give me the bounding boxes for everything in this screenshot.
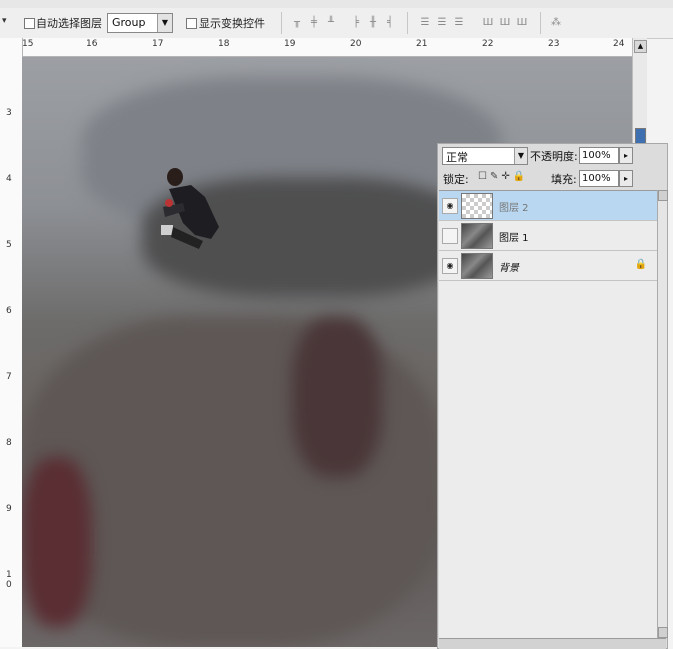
ruler-mark: 9 — [6, 504, 12, 514]
fill-field[interactable]: 100% — [579, 170, 619, 187]
ruler-mark: 23 — [548, 39, 560, 49]
scroll-up-icon[interactable]: ▲ — [634, 40, 647, 53]
layer-name: 图层 2 — [499, 203, 529, 214]
layer-thumbnail — [461, 193, 493, 219]
align-left-icon[interactable]: ╞ — [349, 17, 363, 29]
ruler-mark: 3 — [6, 108, 12, 118]
ruler-mark: 24 — [613, 39, 625, 49]
eye-icon[interactable]: ◉ — [442, 258, 458, 274]
show-transform-checkbox[interactable] — [186, 18, 197, 29]
layer-thumbnail — [461, 223, 493, 249]
toolbar-separator — [281, 12, 282, 34]
jumping-person-image — [161, 168, 219, 249]
ruler-mark: 17 — [152, 39, 164, 49]
layer-name: 图层 1 — [499, 233, 529, 244]
ruler-mark: 22 — [482, 39, 494, 49]
tool-preset-arrow-icon[interactable]: ▾ — [2, 16, 7, 26]
auto-select-type-value: Group — [112, 16, 146, 29]
ruler-mark: 4 — [6, 174, 12, 184]
lock-label: 锁定: — [443, 173, 469, 186]
lock-icon: 🔒 — [634, 259, 647, 270]
ruler-mark: 5 — [6, 240, 12, 250]
fill-label: 填充: — [551, 173, 577, 186]
blend-mode-value: 正常 — [446, 151, 468, 164]
ruler-mark: 18 — [218, 39, 230, 49]
layer-thumbnail — [461, 253, 493, 279]
layers-panel-footer — [439, 638, 666, 649]
horizontal-ruler: 15 16 17 18 19 20 21 22 23 24 — [22, 38, 632, 57]
scroll-up-icon[interactable] — [658, 190, 668, 201]
ruler-mark: 7 — [6, 372, 12, 382]
align-vcenter-icon[interactable]: ╪ — [307, 17, 321, 29]
layer-row-layer-1[interactable]: 图层 1 — [439, 221, 657, 251]
dist-bottom-icon[interactable]: ☰ — [452, 17, 466, 29]
chevron-down-icon: ▼ — [514, 148, 527, 164]
ruler-mark: 20 — [350, 39, 362, 49]
options-bar: ▾ 自动选择图层 Group ▼ 显示变换控件 ╥ ╪ ╨ ╞ ╫ ╡ ☰ ☰ … — [0, 8, 673, 39]
scroll-down-icon[interactable] — [658, 627, 668, 638]
background-figure — [292, 317, 382, 477]
align-bottom-icon[interactable]: ╨ — [324, 17, 338, 29]
align-top-icon[interactable]: ╥ — [290, 17, 304, 29]
dist-right-icon[interactable]: Ш — [515, 17, 529, 29]
ruler-mark: 1 0 — [6, 570, 12, 590]
toolbar-separator — [407, 12, 408, 34]
auto-select-checkbox[interactable] — [24, 18, 35, 29]
dist-hcenter-icon[interactable]: Ш — [498, 17, 512, 29]
dist-vcenter-icon[interactable]: ☰ — [435, 17, 449, 29]
ruler-mark: 19 — [284, 39, 296, 49]
layers-panel: 正常 ▼ 不透明度: 100% ▸ 锁定: ☐✎✛🔒 填充: 100% ▸ ◉ … — [437, 143, 668, 649]
blend-mode-dropdown[interactable]: 正常 ▼ — [442, 147, 528, 165]
opacity-arrow-icon[interactable]: ▸ — [619, 147, 633, 164]
opacity-label: 不透明度: — [530, 150, 578, 163]
auto-select-label: 自动选择图层 — [36, 17, 102, 30]
auto-align-icon[interactable]: ⁂ — [549, 17, 563, 29]
toolbar-separator — [540, 12, 541, 34]
layer-name: 背景 — [499, 263, 519, 274]
chevron-down-icon: ▼ — [157, 14, 172, 32]
visibility-off-icon[interactable] — [442, 228, 458, 244]
ruler-mark: 15 — [22, 39, 34, 49]
auto-select-type-dropdown[interactable]: Group ▼ — [107, 13, 173, 33]
lock-options-icons[interactable]: ☐✎✛🔒 — [478, 171, 528, 182]
ruler-mark: 21 — [416, 39, 428, 49]
dist-left-icon[interactable]: Ш — [481, 17, 495, 29]
fill-arrow-icon[interactable]: ▸ — [619, 170, 633, 187]
opacity-field[interactable]: 100% — [579, 147, 619, 164]
show-transform-label: 显示变换控件 — [199, 17, 265, 30]
layer-list: ◉ 图层 2 图层 1 ◉ 背景 🔒 — [439, 190, 657, 639]
dist-top-icon[interactable]: ☰ — [418, 17, 432, 29]
layer-row-layer-2[interactable]: ◉ 图层 2 — [439, 191, 657, 221]
layer-row-background[interactable]: ◉ 背景 🔒 — [439, 251, 657, 281]
layers-scrollbar[interactable] — [657, 190, 668, 638]
align-hcenter-icon[interactable]: ╫ — [366, 17, 380, 29]
foreground-figure — [22, 457, 92, 627]
eye-icon[interactable]: ◉ — [442, 198, 458, 214]
ruler-mark: 16 — [86, 39, 98, 49]
align-right-icon[interactable]: ╡ — [383, 17, 397, 29]
ruler-mark: 6 — [6, 306, 12, 316]
ruler-mark: 8 — [6, 438, 12, 448]
vertical-ruler: 3 4 5 6 7 8 9 1 0 — [0, 38, 23, 647]
